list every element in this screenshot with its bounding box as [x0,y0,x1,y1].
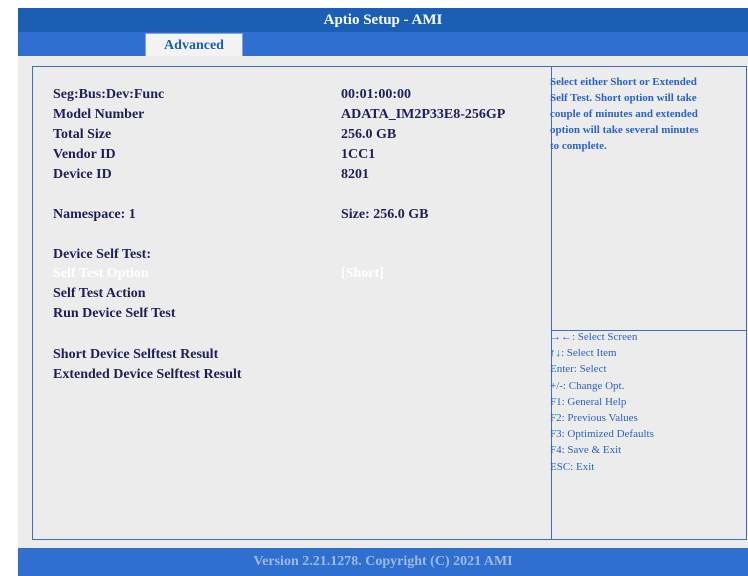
info-value-seg-bus-dev-func: 00:01:00:00 [341,87,411,102]
info-value-total-size: 256.0 GB [341,127,397,142]
extended-selftest-result: Extended Device Selftest Result [53,367,242,382]
tab-advanced[interactable]: Advanced [145,33,243,56]
namespace-label: Namespace: 1 [53,207,136,222]
info-value-vendor-id: 1CC1 [341,147,376,162]
key-help-item: F4: Save & Exit [550,444,622,457]
key-help-item: F2: Previous Values [550,412,638,425]
info-value-device-id: 8201 [341,167,369,182]
key-help-item: F1: General Help [550,395,627,408]
info-value-model-number: ADATA_IM2P33E8-256GP [341,107,506,122]
key-help-item: F3: Optimized Defaults [550,428,654,441]
version-footer: Version 2.21.1278. Copyright (C) 2021 AM… [18,548,748,576]
info-label-device-id: Device ID [53,167,112,182]
key-help-item: →←: Select Screen [550,331,638,343]
info-label-vendor-id: Vendor ID [53,147,116,162]
key-help-item: ESC: Exit [550,460,595,473]
short-selftest-result: Short Device Selftest Result [53,347,219,362]
key-help-item: ↑↓: Select Item [550,347,617,360]
self-test-option-value[interactable]: [Short] [341,264,384,284]
help-text: Select either Short or Extended Self Tes… [550,76,699,152]
key-help-item: +/-: Change Opt. [550,379,625,392]
window-title: Aptio Setup - AMI [18,8,748,32]
self-test-option-item[interactable]: Self Test Option [53,264,149,284]
info-label-total-size: Total Size [53,127,112,142]
info-label-seg-bus-dev-func: Seg:Bus:Dev:Func [53,87,165,102]
info-label-model-number: Model Number [53,107,145,122]
self-test-action-item[interactable]: Self Test Action [53,284,146,304]
tab-bar: Advanced [18,32,748,56]
main-area: Seg:Bus:Dev:Func 00:01:00:00 Model Numbe… [18,56,748,548]
key-help-item: Enter: Select [550,363,607,376]
self-test-heading: Device Self Test: [53,247,151,262]
run-device-self-test-item[interactable]: Run Device Self Test [53,304,176,324]
key-help-list: →←: Select Screen ↑↓: Select Item Enter:… [550,329,730,475]
namespace-size: Size: 256.0 GB [341,207,429,222]
